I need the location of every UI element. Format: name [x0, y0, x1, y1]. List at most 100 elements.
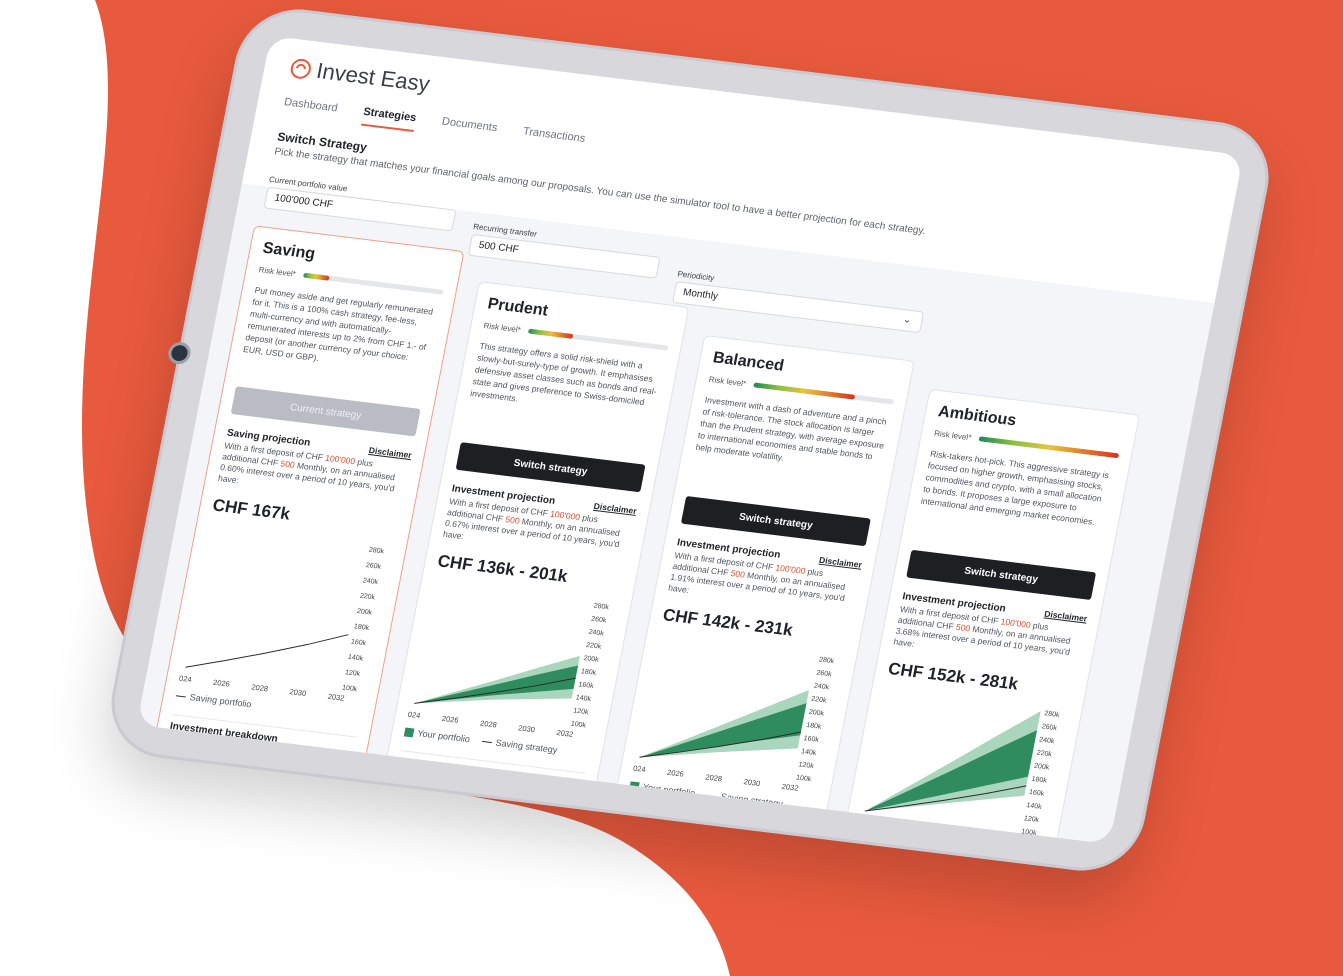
line-swatch	[481, 740, 492, 744]
strategy-description: Put money aside and get regularly remune…	[242, 284, 434, 364]
x-tick-label: 2030	[743, 777, 761, 788]
x-tick-label: 2024	[406, 709, 421, 720]
x-tick-label: 2030	[518, 723, 536, 734]
tab-currencies[interactable]: Currencies	[488, 785, 528, 799]
strategy-description: Investment with a dash of adventure and …	[694, 394, 888, 463]
x-tick-label: 2024	[177, 673, 192, 684]
tablet-device: Invest Easy Dashboard Strategies Documen…	[101, 2, 1279, 878]
risk-fill	[753, 382, 855, 400]
risk-label: Risk level*	[257, 265, 297, 279]
x-tick-label: 2028	[251, 682, 269, 693]
y-tick-label: 160k	[350, 639, 367, 648]
y-tick-label: 180k	[580, 668, 597, 677]
x-tick-label: 2028	[930, 826, 948, 837]
area-swatch	[854, 835, 865, 845]
tab-assets[interactable]: Assets	[448, 780, 474, 792]
y-tick-label: 160k	[1028, 789, 1045, 798]
x-tick-label: 2024	[631, 763, 646, 774]
y-tick-label: 280k	[1044, 710, 1061, 719]
y-tick-label: 180k	[1031, 776, 1048, 785]
y-tick-label: 280k	[593, 603, 610, 612]
y-tick-label: 220k	[811, 696, 828, 705]
y-tick-label: 280k	[818, 656, 835, 665]
portfolio-core-area	[414, 665, 579, 704]
y-tick-label: 120k	[573, 708, 590, 717]
periodicity-select[interactable]: Monthly ⌄	[671, 281, 925, 334]
y-tick-label: 100k	[1021, 828, 1038, 837]
y-tick-label: 200k	[808, 709, 825, 718]
app-screen: Invest Easy Dashboard Strategies Documen…	[136, 35, 1244, 845]
line-swatch	[175, 695, 186, 698]
projection-chart: 100k 120k 140k 160k 180k 200k 220k 240k 260k 280k…	[406, 603, 610, 739]
x-tick-label: 2028	[479, 719, 497, 730]
recurring-transfer-input[interactable]: 500 CHF	[467, 233, 661, 279]
chart-legend: Your portfolio Saving strategy	[854, 834, 1041, 845]
y-tick-label: 240k	[813, 683, 830, 692]
x-tick-label: 2030	[968, 831, 986, 842]
y-tick-label: 200k	[356, 608, 373, 617]
x-tick-label: 2026	[441, 714, 459, 725]
breakdown-title: Investment breakdown	[397, 750, 586, 791]
y-tick-label: 120k	[1023, 815, 1040, 824]
y-tick-label: 260k	[816, 670, 833, 679]
y-tick-label: 140k	[1026, 802, 1043, 811]
x-tick-label: 2026	[212, 678, 230, 689]
breakdown-title: Investment breakdown	[168, 713, 357, 755]
area-swatch	[629, 781, 640, 792]
gauge-icon	[288, 57, 313, 80]
x-tick-label: 2032	[327, 692, 345, 703]
x-tick-label: 2026	[892, 822, 910, 833]
risk-label: Risk level*	[708, 374, 747, 389]
tab-assets[interactable]: Assets	[219, 744, 245, 756]
x-tick-label: 2024	[857, 817, 872, 828]
x-tick-label: 2030	[289, 687, 307, 698]
y-tick-label: 240k	[1039, 737, 1056, 746]
y-tick-label: 220k	[359, 593, 376, 602]
y-tick-label: 100k	[341, 685, 358, 694]
strategy-description: Risk-takers hot-pick. This aggressive st…	[920, 448, 1110, 527]
risk-label: Risk level*	[933, 428, 973, 443]
y-tick-label: 140k	[575, 694, 592, 703]
periodicity-label: Periodicity	[676, 269, 716, 283]
risk-label: Risk level*	[482, 321, 522, 335]
y-tick-label: 120k	[798, 761, 815, 770]
legend-label: Your portfolio	[867, 835, 922, 845]
y-tick-label: 260k	[365, 562, 382, 571]
strategy-description: This strategy offers a solid risk-shield…	[469, 340, 658, 408]
projection-chart: 100k 120k 140k 160k 180k 200k 220k 240k 260k 280k…	[177, 547, 385, 703]
x-tick-label: 2032	[1006, 836, 1024, 844]
area-swatch	[403, 727, 415, 738]
y-tick-label: 220k	[585, 642, 602, 651]
x-tick-label: 2028	[705, 772, 723, 783]
projection-chart: 100k 120k 140k 160k 180k 200k 220k 240k 260k 280k…	[857, 710, 1061, 844]
periodicity-value: Monthly	[682, 287, 719, 303]
y-tick-label: 200k	[1033, 763, 1050, 772]
x-tick-label: 2032	[781, 782, 799, 793]
y-tick-label: 100k	[795, 775, 812, 784]
y-tick-label: 140k	[347, 654, 364, 663]
y-tick-label: 100k	[570, 721, 587, 730]
y-tick-label: 200k	[583, 655, 600, 664]
y-tick-label: 260k	[590, 616, 607, 625]
y-tick-label: 240k	[362, 577, 379, 586]
y-tick-label: 280k	[368, 547, 385, 556]
legend-your-portfolio: Your portfolio	[854, 834, 922, 845]
y-tick-label: 160k	[803, 735, 820, 744]
x-tick-label: 2032	[556, 728, 574, 739]
risk-fill	[528, 328, 574, 339]
y-tick-label: 180k	[353, 623, 370, 632]
y-tick-label: 220k	[1036, 750, 1053, 759]
chevron-down-icon: ⌄	[901, 314, 913, 327]
y-tick-label: 260k	[1041, 723, 1058, 732]
line-swatch	[706, 794, 718, 798]
tab-currencies[interactable]: Currencies	[259, 749, 299, 763]
y-tick-label: 180k	[806, 722, 823, 731]
x-tick-label: 2026	[666, 768, 684, 779]
y-tick-label: 240k	[588, 629, 605, 638]
y-tick-label: 120k	[344, 669, 361, 678]
y-tick-label: 160k	[578, 681, 595, 690]
projection-chart: 100k 120k 140k 160k 180k 200k 220k 240k 260k 280k…	[631, 656, 835, 793]
saving-line	[185, 634, 349, 668]
risk-fill	[303, 272, 330, 281]
y-tick-label: 140k	[800, 748, 817, 757]
